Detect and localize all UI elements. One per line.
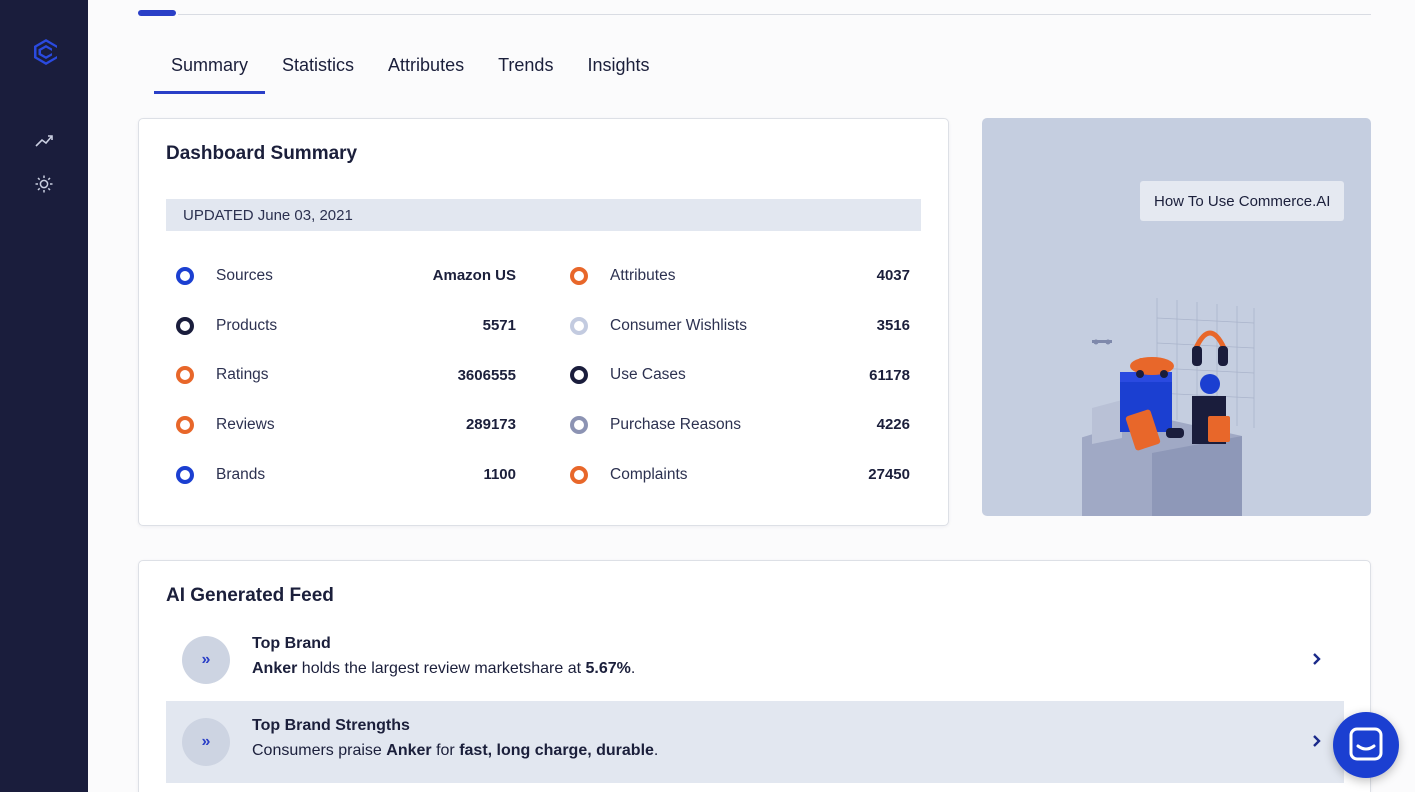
brand-name: Anker [386,742,432,759]
marketshare-value: 5.67% [585,660,631,677]
chevron-right-icon[interactable] [1310,730,1324,752]
ring-icon [176,415,194,434]
feed-item-heading: Top Brand Strengths [252,717,410,734]
tab-attributes[interactable]: Attributes [371,36,481,94]
feed-item-top-brand[interactable]: » Top Brand Anker holds the largest revi… [166,619,1344,701]
top-accent-bar [138,10,176,16]
stat-row: Ratings 3606555 [176,350,526,400]
tab-insights[interactable]: Insights [570,36,666,94]
stat-label: Brands [216,465,266,483]
chat-button[interactable] [1333,712,1399,778]
chat-icon [1349,727,1383,761]
tab-trends[interactable]: Trends [481,36,570,94]
ring-icon [570,366,588,385]
double-chevron-right-icon: » [182,718,230,766]
stat-value: 289173 [465,416,516,434]
feed-item-text: Anker holds the largest review marketsha… [252,660,635,678]
stat-row: Consumer Wishlists 3516 [570,301,920,351]
sidebar [0,0,88,792]
stat-row: Products 5571 [176,301,526,351]
stat-label: Reviews [216,415,275,433]
stat-row: Brands 1100 [176,450,526,500]
main-content: Summary Statistics Attributes Trends Ins… [88,0,1415,792]
double-chevron-right-icon: » [182,636,230,684]
ring-icon [176,316,194,335]
tab-bar: Summary Statistics Attributes Trends Ins… [154,36,667,94]
feed-item-text: Consumers praise Anker for fast, long ch… [252,742,658,760]
stat-row: Purchase Reasons 4226 [570,400,920,450]
commerce-ai-logo-icon[interactable] [30,36,62,68]
stat-value: 61178 [869,366,910,384]
stats-column-right: Attributes 4037 Consumer Wishlists 3516 … [570,251,920,499]
stat-label: Purchase Reasons [610,415,741,433]
stat-label: Products [216,316,278,334]
feed-text-part: Consumers praise [252,742,387,759]
brand-name: Anker [252,660,298,677]
feed-text-part: for [431,742,460,759]
stat-label: Ratings [216,366,269,384]
card-title: Dashboard Summary [166,143,358,164]
ring-icon [570,415,588,434]
feed-item-top-brand-strengths[interactable]: » Top Brand Strengths Consumers praise A… [166,701,1344,783]
ring-icon [176,465,194,484]
tab-summary[interactable]: Summary [154,36,266,94]
stat-label: Consumer Wishlists [610,316,747,334]
stat-value: 5571 [482,317,516,335]
trending-icon[interactable] [33,130,55,152]
stat-row: Reviews 289173 [176,400,526,450]
dashboard-summary-card: Dashboard Summary UPDATED June 03, 2021 … [138,118,949,526]
ring-icon [570,266,588,285]
ring-icon [570,465,588,484]
stat-row: Attributes 4037 [570,251,920,301]
stat-value: 27450 [868,466,910,484]
stat-value: 3606555 [457,366,516,384]
feed-item-heading: Top Brand [252,635,331,652]
strengths-list: fast, long charge, durable [459,742,654,759]
stat-value: Amazon US [432,267,516,285]
feed-text-part: holds the largest review marketshare at [297,660,586,677]
how-to-promo-card: How To Use Commerce.AI [982,118,1371,516]
product-illustration-icon [1082,298,1255,516]
stat-label: Use Cases [610,366,686,384]
feed-text-part: . [653,742,659,759]
ring-icon [176,266,194,285]
ai-generated-feed-card: AI Generated Feed » Top Brand Anker hold… [138,560,1371,792]
stat-row: Complaints 27450 [570,450,920,500]
feed-text-part: . [630,660,636,677]
chevron-right-icon[interactable] [1310,648,1324,670]
top-divider [178,14,1371,15]
ring-icon [176,366,194,385]
ring-icon [570,316,588,335]
feed-title: AI Generated Feed [166,585,334,606]
stats-column-left: Sources Amazon US Products 5571 Ratings … [176,251,526,499]
sun-icon[interactable] [33,173,55,195]
stat-row: Use Cases 61178 [570,350,920,400]
how-to-use-button[interactable]: How To Use Commerce.AI [1140,181,1345,221]
stat-label: Complaints [610,465,688,483]
stat-value: 3516 [876,317,910,335]
stat-label: Sources [216,266,273,284]
stat-row: Sources Amazon US [176,251,526,301]
stat-value: 1100 [483,466,516,484]
stat-label: Attributes [610,266,676,284]
updated-banner: UPDATED June 03, 2021 [166,199,921,231]
stat-value: 4037 [876,267,910,285]
stat-value: 4226 [876,416,910,434]
tab-statistics[interactable]: Statistics [265,36,371,94]
